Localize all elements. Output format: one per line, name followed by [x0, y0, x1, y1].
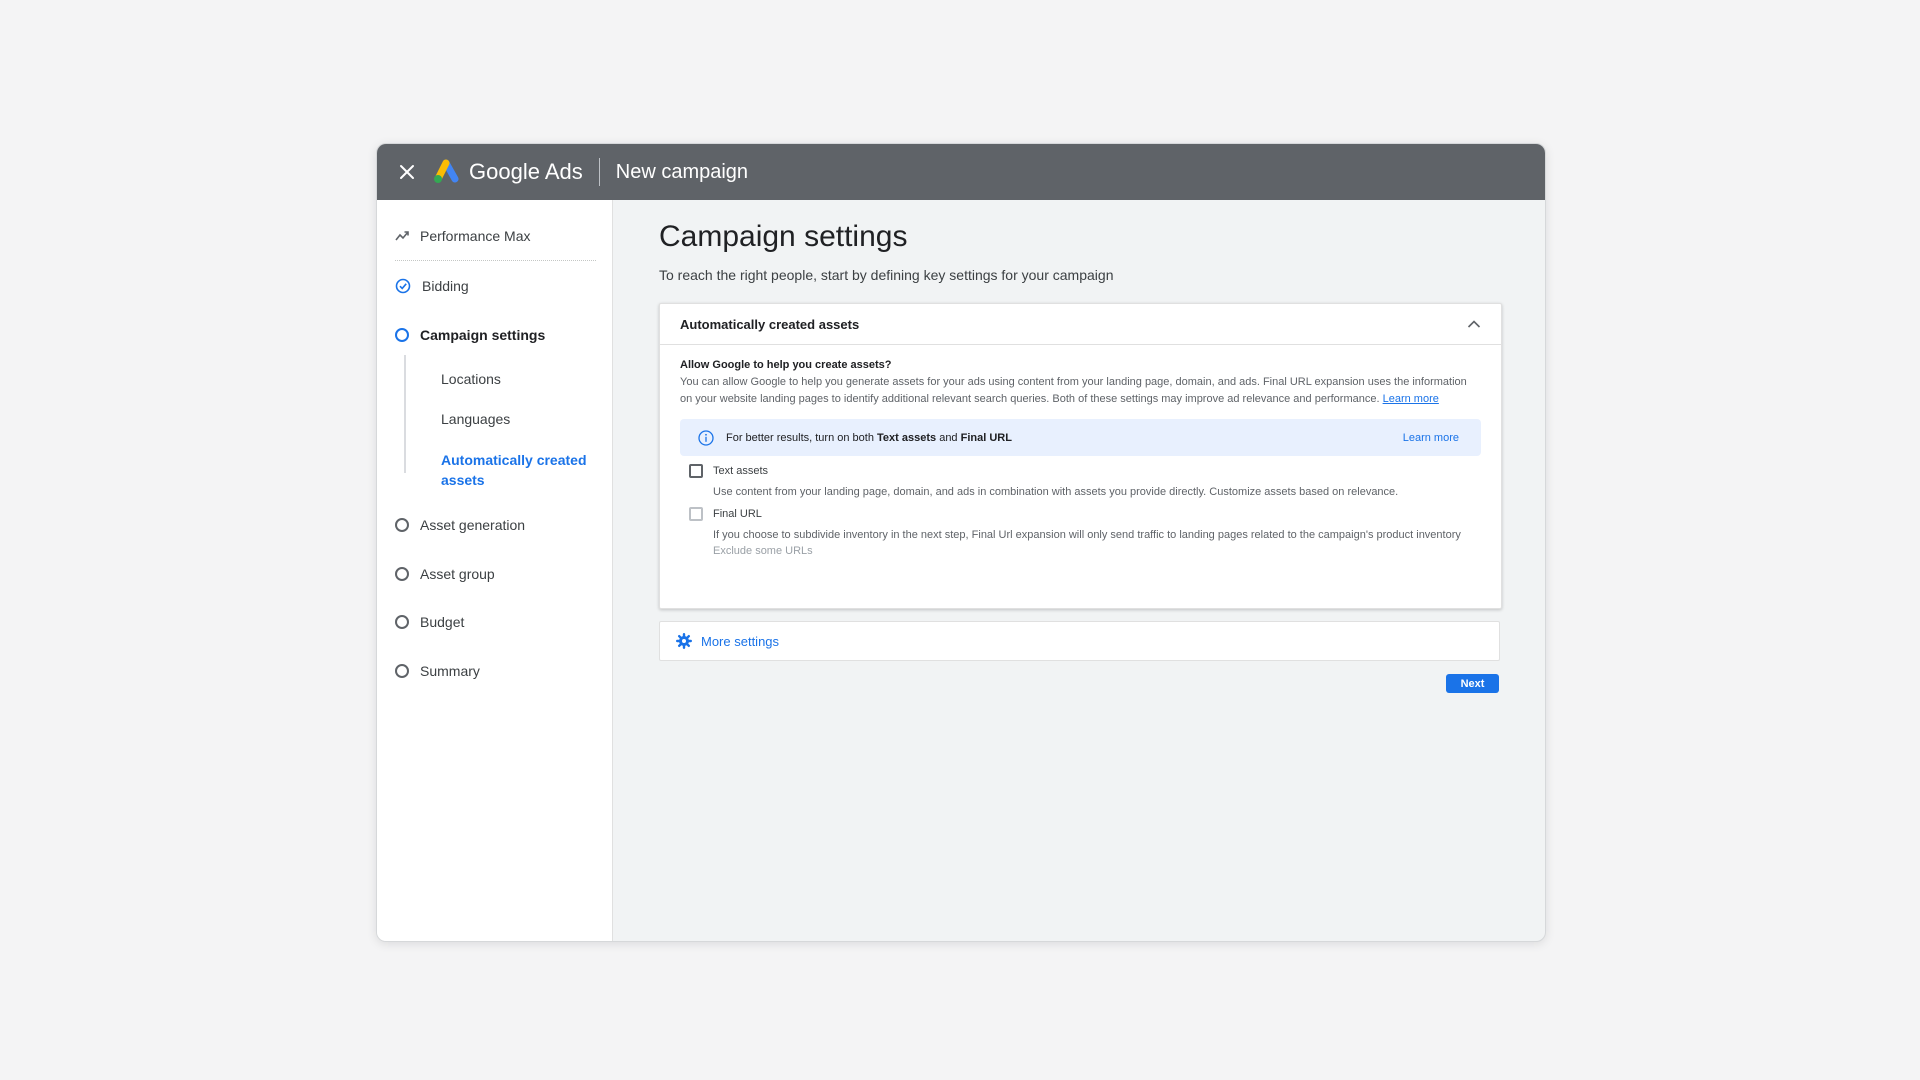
banner-text-assets: Text assets [877, 431, 937, 444]
step-circle-icon [395, 615, 409, 629]
main-content: Campaign settings To reach the right peo… [613, 200, 1545, 941]
sidebar-item-campaign-settings[interactable]: Campaign settings [395, 323, 545, 347]
sidebar-item-label: Budget [420, 614, 465, 630]
check-circle-icon [395, 278, 411, 294]
final-url-description: If you choose to subdivide inventory in … [713, 528, 1461, 541]
info-banner-text: For better results, turn on both Text as… [726, 432, 1403, 444]
final-url-label: Final URL [713, 507, 762, 520]
info-banner: For better results, turn on both Text as… [680, 419, 1481, 456]
card-body: Allow Google to help you create assets? … [660, 345, 1501, 557]
page-intro: To reach the right people, start by defi… [659, 267, 1114, 283]
page-title: Campaign settings [659, 220, 908, 253]
banner-final-url: Final URL [960, 431, 1012, 444]
close-button[interactable] [389, 154, 425, 190]
final-url-checkbox[interactable] [689, 506, 703, 521]
step-circle-icon [395, 518, 409, 532]
sidebar-subitem-locations[interactable]: Locations [441, 371, 501, 387]
sidebar-item-label: Bidding [422, 278, 469, 294]
sub-steps-line [404, 355, 406, 473]
chevron-up-icon[interactable] [1467, 319, 1481, 329]
sidebar-separator [395, 260, 596, 261]
next-button[interactable]: Next [1446, 674, 1499, 693]
app-window: Google Ads New campaign Performance Max … [376, 143, 1546, 942]
sidebar-item-asset-generation[interactable]: Asset generation [395, 513, 525, 537]
final-url-option[interactable]: Final URL [689, 505, 1481, 523]
sidebar-subitem-languages[interactable]: Languages [441, 411, 510, 427]
close-icon [400, 165, 414, 179]
text-assets-checkbox[interactable] [689, 464, 703, 478]
google-ads-logo [433, 159, 461, 185]
sidebar-campaign-type-label: Performance Max [420, 228, 531, 244]
sidebar-item-label: Asset generation [420, 517, 526, 533]
sidebar-item-budget[interactable]: Budget [395, 610, 464, 634]
learn-more-link[interactable]: Learn more [1383, 393, 1439, 405]
text-assets-option[interactable]: Text assets [689, 462, 1481, 480]
more-settings-button[interactable]: More settings [659, 621, 1500, 661]
sidebar-item-summary[interactable]: Summary [395, 659, 480, 683]
sidebar-item-label: Summary [420, 663, 480, 679]
sidebar-campaign-type[interactable]: Performance Max [395, 224, 530, 248]
auto-assets-card: Automatically created assets Allow Googl… [659, 303, 1502, 609]
text-assets-description: Use content from your landing page, doma… [713, 486, 1399, 498]
sidebar-item-asset-group[interactable]: Asset group [395, 562, 495, 586]
trending-up-icon [395, 231, 409, 241]
google-ads-logo-icon [434, 159, 459, 183]
banner-mid: and [936, 431, 961, 444]
gear-icon [676, 633, 692, 649]
card-question: Allow Google to help you create assets? [680, 359, 892, 371]
sidebar-item-label: Campaign settings [420, 327, 546, 343]
card-description: You can allow Google to help you generat… [680, 374, 1481, 407]
header-divider [598, 158, 600, 186]
banner-prefix: For better results, turn on both [726, 431, 878, 444]
auto-assets-card-header[interactable]: Automatically created assets [660, 304, 1501, 345]
header-page-title: New campaign [615, 160, 749, 183]
text-assets-label: Text assets [713, 465, 769, 477]
step-circle-icon [395, 664, 409, 678]
card-description-text: You can allow Google to help you generat… [680, 376, 1467, 405]
top-bar: Google Ads New campaign [377, 144, 1545, 200]
sidebar-item-label: Asset group [420, 566, 495, 582]
sidebar-item-bidding[interactable]: Bidding [395, 274, 469, 298]
sidebar-subitem-automatically-created-assets[interactable]: Automatically created assets [441, 450, 591, 490]
current-step-circle-icon [395, 328, 409, 342]
step-circle-icon [395, 567, 409, 581]
banner-learn-more-link[interactable]: Learn more [1403, 432, 1459, 444]
exclude-urls-link[interactable]: Exclude some URLs [713, 545, 1481, 557]
brand-name: Google Ads [469, 159, 583, 184]
sidebar: Performance Max Bidding Campaign setting… [377, 200, 613, 941]
info-icon [698, 429, 714, 446]
card-title: Automatically created assets [680, 316, 860, 332]
more-settings-label: More settings [701, 633, 780, 649]
